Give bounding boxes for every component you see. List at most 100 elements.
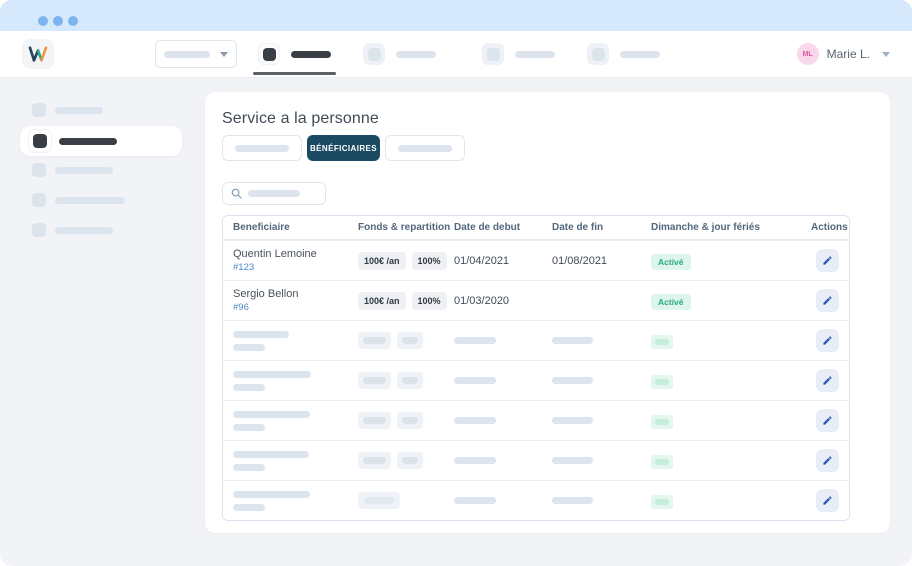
pencil-icon: [822, 495, 833, 506]
select-placeholder: [164, 51, 210, 58]
actions-cell: [811, 489, 839, 512]
traffic-light-dot: [53, 16, 63, 26]
table-row-skeleton: [223, 400, 849, 440]
navbar-select[interactable]: [155, 40, 237, 68]
nav-icon: [587, 43, 609, 65]
tab-3[interactable]: [385, 135, 465, 161]
nav-icon: [258, 43, 280, 65]
chevron-down-icon: [882, 52, 890, 57]
chevron-down-icon: [220, 52, 228, 57]
table-row: Sergio Bellon #96 100€ /an 100% 01/03/20…: [223, 280, 849, 320]
beneficiary-id[interactable]: #96: [233, 302, 358, 313]
sidebar-label-placeholder: [59, 138, 117, 145]
pencil-icon: [822, 455, 833, 466]
beneficiary-cell-skeleton: [233, 491, 358, 511]
table-row-skeleton: [223, 440, 849, 480]
fonds-cell-skeleton: [358, 332, 454, 349]
avatar: ML: [797, 43, 819, 65]
pencil-icon: [822, 375, 833, 386]
search-icon: [231, 188, 242, 199]
tab-beneficiaires[interactable]: BÉNÉFICIAIRES: [307, 135, 380, 161]
tab-label-placeholder: [398, 145, 452, 152]
status-badge-skeleton: [651, 415, 673, 429]
nav-icon: [482, 43, 504, 65]
actions-cell: [811, 409, 839, 432]
main-nav: [253, 31, 665, 77]
pencil-icon: [822, 255, 833, 266]
nav-item-3[interactable]: [477, 31, 560, 77]
date-debut: 01/04/2021: [454, 255, 552, 267]
repartition-pill: 100%: [412, 252, 447, 270]
status-badge-skeleton: [651, 495, 673, 509]
nav-icon: [363, 43, 385, 65]
edit-button[interactable]: [816, 329, 839, 352]
actions-cell: [811, 449, 839, 472]
table-row: Quentin Lemoine #123 100€ /an 100% 01/04…: [223, 240, 849, 280]
edit-button[interactable]: [816, 249, 839, 272]
app-logo[interactable]: [22, 39, 54, 69]
sidebar-item-4[interactable]: [32, 193, 205, 207]
table-row-skeleton: [223, 320, 849, 360]
traffic-light-dot: [68, 16, 78, 26]
tab-1[interactable]: [222, 135, 302, 161]
status-badge-skeleton: [651, 335, 673, 349]
sidebar-label-placeholder: [55, 227, 113, 234]
col-header-fonds: Fonds & repartition: [358, 222, 454, 233]
search-input[interactable]: [222, 182, 326, 205]
edit-button[interactable]: [816, 489, 839, 512]
sidebar-icon: [32, 163, 46, 177]
pencil-icon: [822, 295, 833, 306]
pencil-icon: [822, 415, 833, 426]
repartition-pill: 100%: [412, 292, 447, 310]
sidebar-item-1[interactable]: [32, 103, 205, 117]
user-name: Marie L.: [827, 47, 870, 61]
nav-label-placeholder: [620, 51, 660, 58]
date-fin: 01/08/2021: [552, 255, 651, 267]
beneficiary-cell-skeleton: [233, 331, 358, 351]
traffic-light-dot: [38, 16, 48, 26]
nav-item-4[interactable]: [582, 31, 665, 77]
nav-label-placeholder: [291, 51, 331, 58]
col-header-date-fin: Date de fin: [552, 222, 651, 233]
status-badge: Activé: [651, 254, 691, 270]
beneficiary-name: Quentin Lemoine: [233, 248, 358, 260]
sidebar-icon: [32, 223, 46, 237]
main-content-card: Service a la personne BÉNÉFICIAIRES Bene…: [205, 92, 890, 533]
tab-label-placeholder: [235, 145, 289, 152]
sidebar-item-2-active[interactable]: [20, 126, 182, 156]
sidebar-label-placeholder: [55, 167, 113, 174]
top-navbar: ML Marie L.: [0, 31, 912, 78]
table-row-skeleton: [223, 360, 849, 400]
fonds-cell-skeleton: [358, 412, 454, 429]
nav-label-placeholder: [396, 51, 436, 58]
page-title: Service a la personne: [222, 110, 873, 128]
edit-button[interactable]: [816, 409, 839, 432]
fonds-amount-pill: 100€ /an: [358, 252, 406, 270]
col-header-actions: Actions: [811, 222, 848, 233]
fonds-cell: 100€ /an 100%: [358, 252, 454, 270]
actions-cell: [811, 329, 839, 352]
col-header-date-debut: Date de debut: [454, 222, 552, 233]
beneficiary-cell: Sergio Bellon #96: [233, 288, 358, 313]
beneficiary-cell-skeleton: [233, 371, 358, 391]
col-header-dimanche: Dimanche & jour fériés: [651, 222, 811, 233]
sidebar-item-5[interactable]: [32, 223, 205, 237]
sidebar-label-placeholder: [55, 197, 125, 204]
sidebar-icon: [32, 103, 46, 117]
sidebar-item-3[interactable]: [32, 163, 205, 177]
status-badge-skeleton: [651, 375, 673, 389]
app-window: ML Marie L. Service a la personne: [0, 0, 912, 566]
nav-item-1-active[interactable]: [253, 31, 336, 77]
sidebar-icon: [28, 129, 52, 153]
nav-item-2[interactable]: [358, 31, 441, 77]
edit-button[interactable]: [816, 369, 839, 392]
sidebar-label-placeholder: [55, 107, 103, 114]
edit-button[interactable]: [816, 289, 839, 312]
sidebar: [0, 78, 205, 237]
window-controls: [38, 16, 78, 26]
table-row-skeleton: [223, 480, 849, 520]
edit-button[interactable]: [816, 449, 839, 472]
beneficiary-id[interactable]: #123: [233, 262, 358, 273]
user-menu[interactable]: ML Marie L.: [797, 43, 890, 65]
beneficiary-cell: Quentin Lemoine #123: [233, 248, 358, 273]
